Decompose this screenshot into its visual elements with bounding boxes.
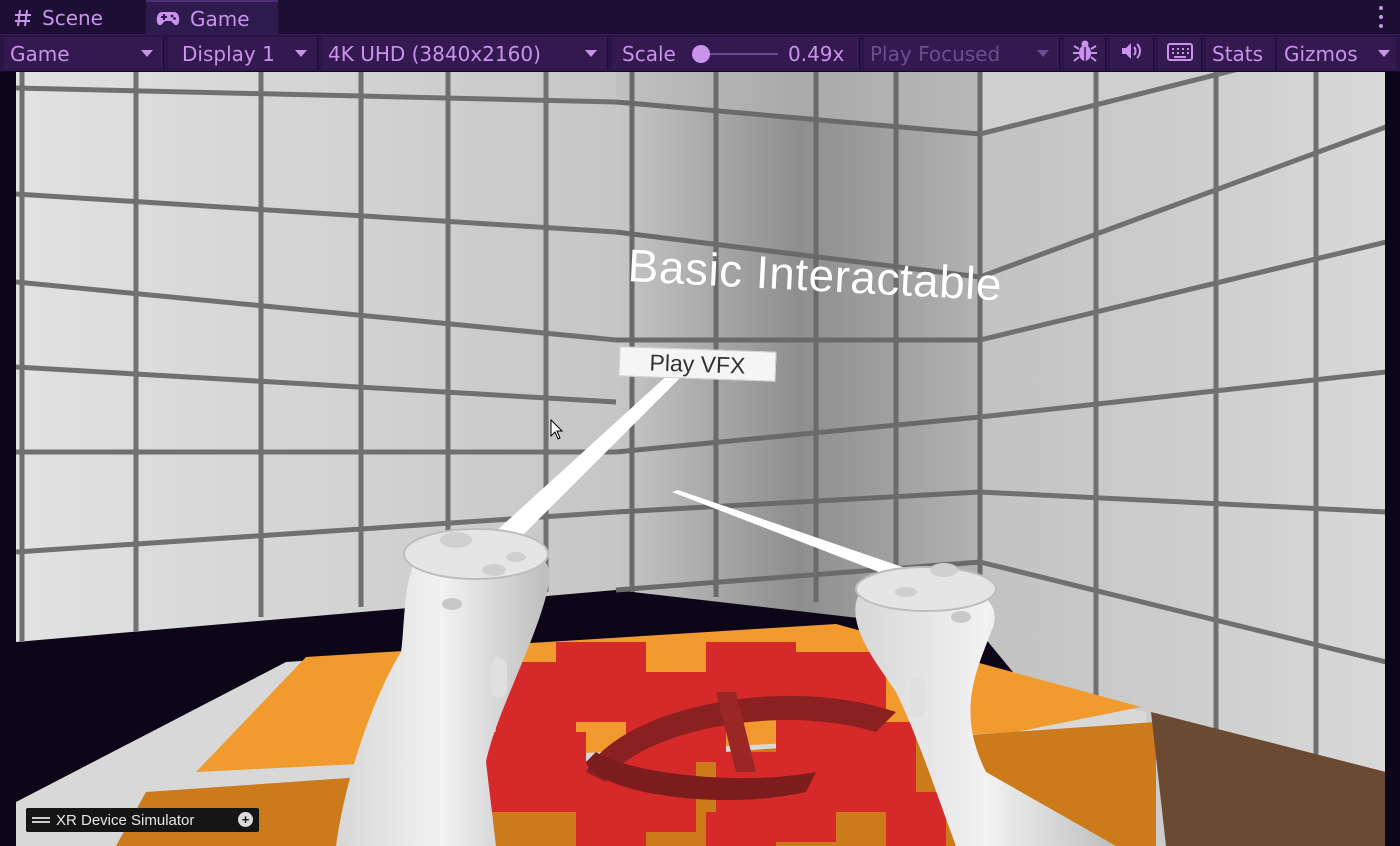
bug-icon [1072,38,1098,69]
gizmos-label: Gizmos [1284,41,1358,66]
view-mode-value: Game [10,41,70,66]
display-dropdown[interactable]: Display 1 [168,37,318,70]
mute-audio-button[interactable] [1110,37,1154,70]
scale-slider-track[interactable] [700,53,778,55]
resolution-dropdown[interactable]: 4K UHD (3840x2160) [322,37,608,70]
chevron-down-icon [585,50,597,57]
view-mode-dropdown[interactable]: Game [4,37,164,70]
chevron-down-icon [141,50,153,57]
tab-game[interactable]: Game [146,0,278,35]
gamepad-icon [156,11,180,27]
shortcut-keyboard-button[interactable] [1158,37,1202,70]
scale-control: Scale 0.49x [612,37,860,70]
scale-value: 0.49x [788,42,845,66]
scale-label: Scale [622,41,676,66]
gizmos-dropdown[interactable]: Gizmos [1278,37,1396,70]
editor-tab-bar: Scene Game [0,0,1400,35]
expand-plus-icon[interactable]: + [238,812,253,827]
play-mode-dropdown[interactable]: Play Focused [864,37,1060,70]
play-mode-value: Play Focused [870,41,1001,66]
speaker-icon [1120,41,1144,66]
scale-slider-handle[interactable] [692,45,710,63]
chevron-down-icon [295,50,307,57]
xr-device-simulator-panel[interactable]: XR Device Simulator + [26,808,259,832]
scene-render [16,72,1386,846]
display-value: Display 1 [182,41,275,66]
kebab-menu-icon[interactable] [1376,6,1386,28]
stats-button[interactable]: Stats [1206,37,1276,70]
drag-handle-icon[interactable] [32,817,50,823]
chevron-down-icon [1378,50,1390,57]
tab-scene-label: Scene [42,5,103,30]
chevron-down-icon [1037,50,1049,57]
stats-label: Stats [1212,41,1264,66]
xr-simulator-label: XR Device Simulator [56,811,195,829]
debug-toggle-button[interactable] [1064,37,1106,70]
play-vfx-button[interactable]: Play VFX [618,346,777,382]
hash-icon [14,9,32,27]
tab-game-label: Game [190,6,250,31]
keyboard-icon [1166,42,1193,66]
resolution-value: 4K UHD (3840x2160) [328,41,541,66]
game-viewport[interactable]: Basic Interactable Play VFX XR Device Si… [0,72,1400,846]
game-view-toolbar: Game Display 1 4K UHD (3840x2160) Scale … [0,35,1400,72]
tab-scene[interactable]: Scene [14,0,144,35]
